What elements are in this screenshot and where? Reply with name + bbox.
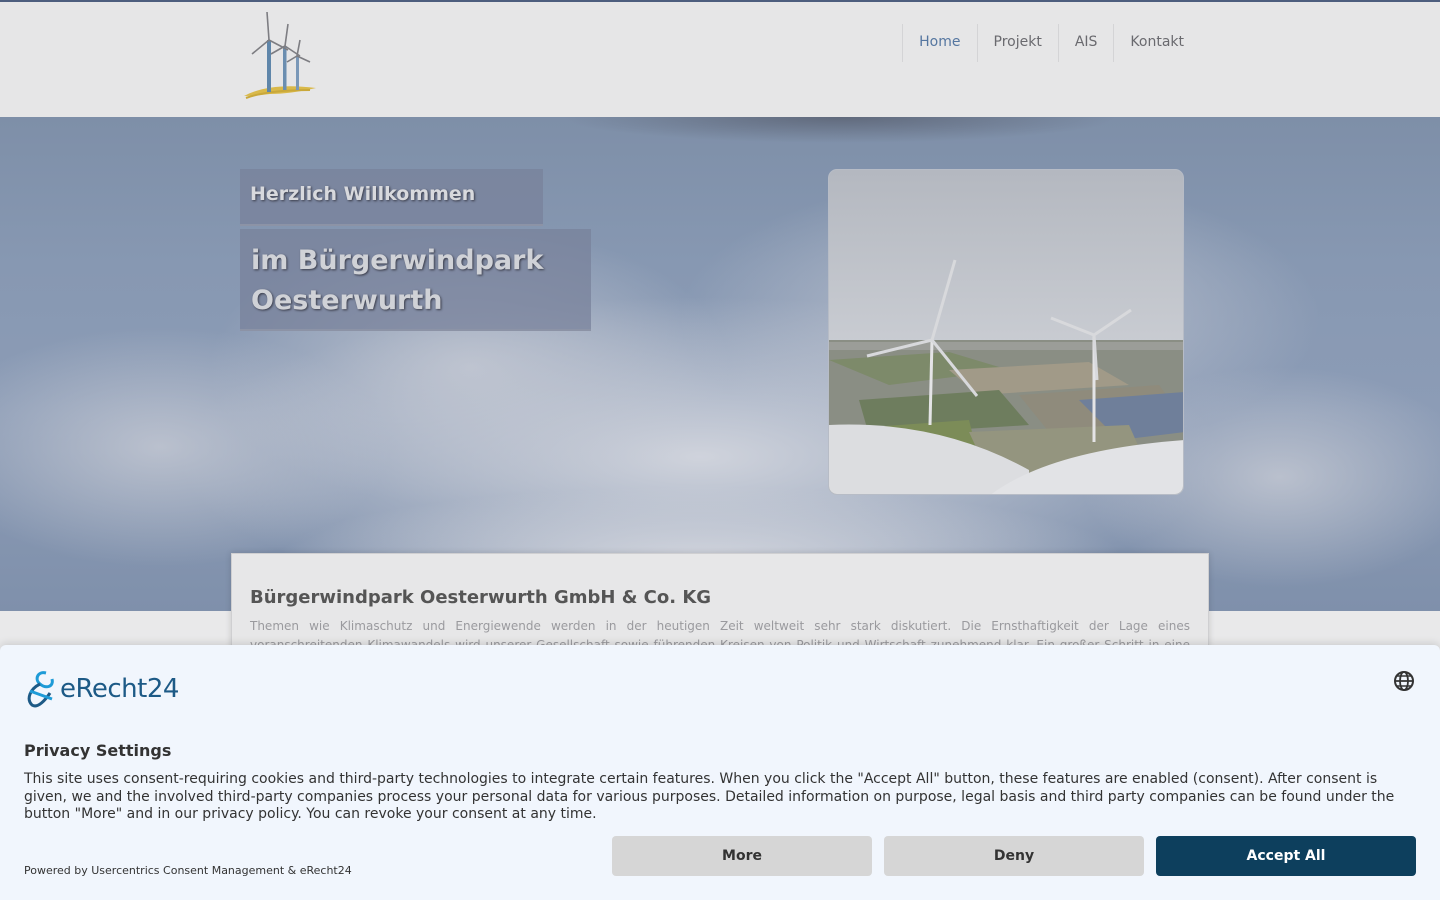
nav-home[interactable]: Home	[902, 24, 976, 62]
globe-icon[interactable]	[1392, 669, 1416, 693]
welcome-subheading: im Bürgerwindpark Oesterwurth	[240, 229, 591, 331]
privacy-settings-title: Privacy Settings	[24, 741, 172, 760]
brand-name: eRecht24	[60, 674, 179, 704]
welcome-heading: Herzlich Willkommen	[240, 169, 543, 226]
site-header: Home Projekt AIS Kontakt	[0, 0, 1440, 117]
nav-projekt[interactable]: Projekt	[976, 24, 1058, 62]
header-shadow	[560, 117, 1120, 143]
more-button[interactable]: More	[612, 836, 872, 876]
company-title: Bürgerwindpark Oesterwurth GmbH & Co. KG	[250, 587, 712, 608]
nav-kontakt[interactable]: Kontakt	[1113, 24, 1200, 62]
deny-button[interactable]: Deny	[884, 836, 1144, 876]
erecht24-symbol-icon	[27, 671, 54, 708]
sky-background	[0, 177, 1440, 611]
nav-ais[interactable]: AIS	[1057, 24, 1114, 62]
erecht24-logo: eRecht24	[24, 669, 179, 709]
hero-banner	[0, 117, 1440, 611]
privacy-description: This site uses consent-requiring cookies…	[24, 771, 1395, 822]
accept-all-button[interactable]: Accept All	[1156, 836, 1416, 876]
powered-by-text: Powered by Usercentrics Consent Manageme…	[24, 864, 352, 877]
main-nav: Home Projekt AIS Kontakt	[902, 24, 1200, 62]
wind-turbine-logo[interactable]	[240, 10, 320, 102]
privacy-consent-banner: eRecht24 Privacy Settings This site uses…	[0, 645, 1440, 900]
wind-turbine-photo	[828, 169, 1184, 495]
